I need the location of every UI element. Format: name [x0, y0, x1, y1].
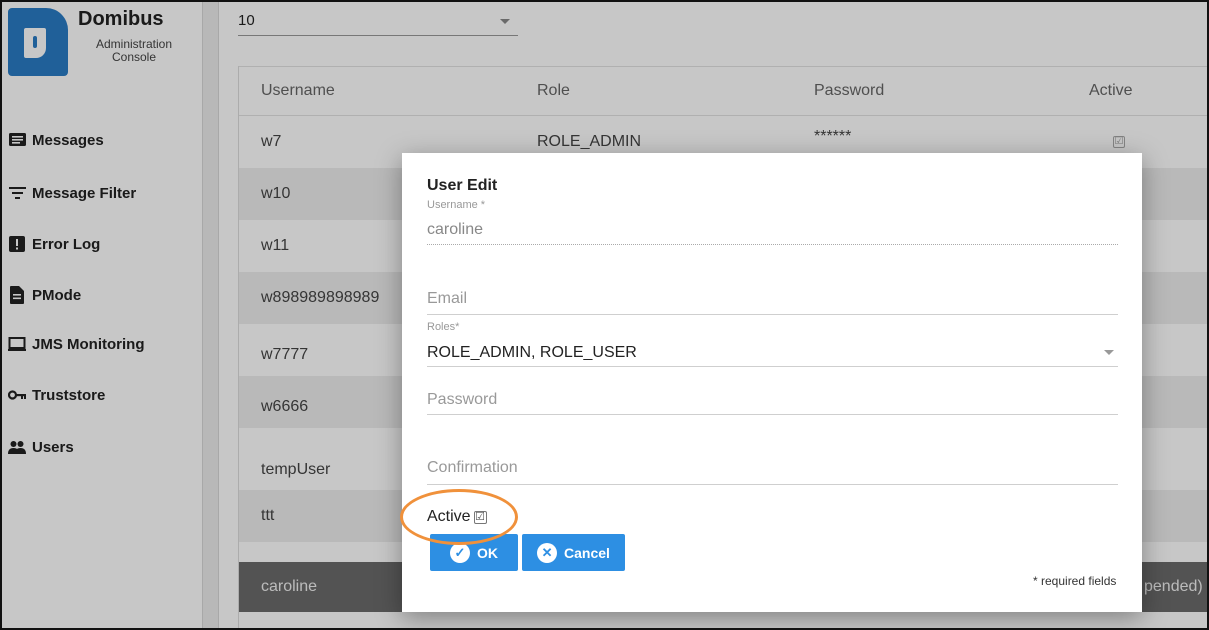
- roles-label: Roles*: [427, 321, 460, 333]
- confirmation-field[interactable]: Confirmation: [427, 459, 518, 477]
- cancel-button-label: Cancel: [564, 544, 610, 561]
- dialog-title: User Edit: [427, 177, 498, 194]
- password-underline: [427, 414, 1118, 415]
- annotation-highlight-ellipse: [400, 489, 518, 545]
- required-fields-note: * required fields: [1033, 574, 1117, 588]
- confirmation-underline: [427, 484, 1118, 485]
- close-circle-icon: ✕: [537, 542, 558, 563]
- email-underline: [427, 314, 1118, 315]
- password-field[interactable]: Password: [427, 391, 497, 409]
- username-label: Username *: [427, 199, 486, 211]
- roles-underline: [427, 366, 1118, 367]
- roles-select[interactable]: ROLE_ADMIN, ROLE_USER: [427, 344, 637, 362]
- chevron-down-icon[interactable]: [1104, 350, 1114, 355]
- check-circle-icon: ✓: [450, 542, 470, 563]
- ok-button-label: OK: [477, 544, 498, 561]
- user-edit-dialog: User Edit Username * caroline Email Role…: [402, 153, 1142, 612]
- username-underline: [427, 244, 1118, 245]
- cancel-button[interactable]: ✕ Cancel: [522, 534, 625, 571]
- email-field[interactable]: Email: [427, 290, 467, 308]
- username-field: caroline: [427, 221, 484, 238]
- app-window: Domibus Administration Console Messages …: [0, 0, 1209, 630]
